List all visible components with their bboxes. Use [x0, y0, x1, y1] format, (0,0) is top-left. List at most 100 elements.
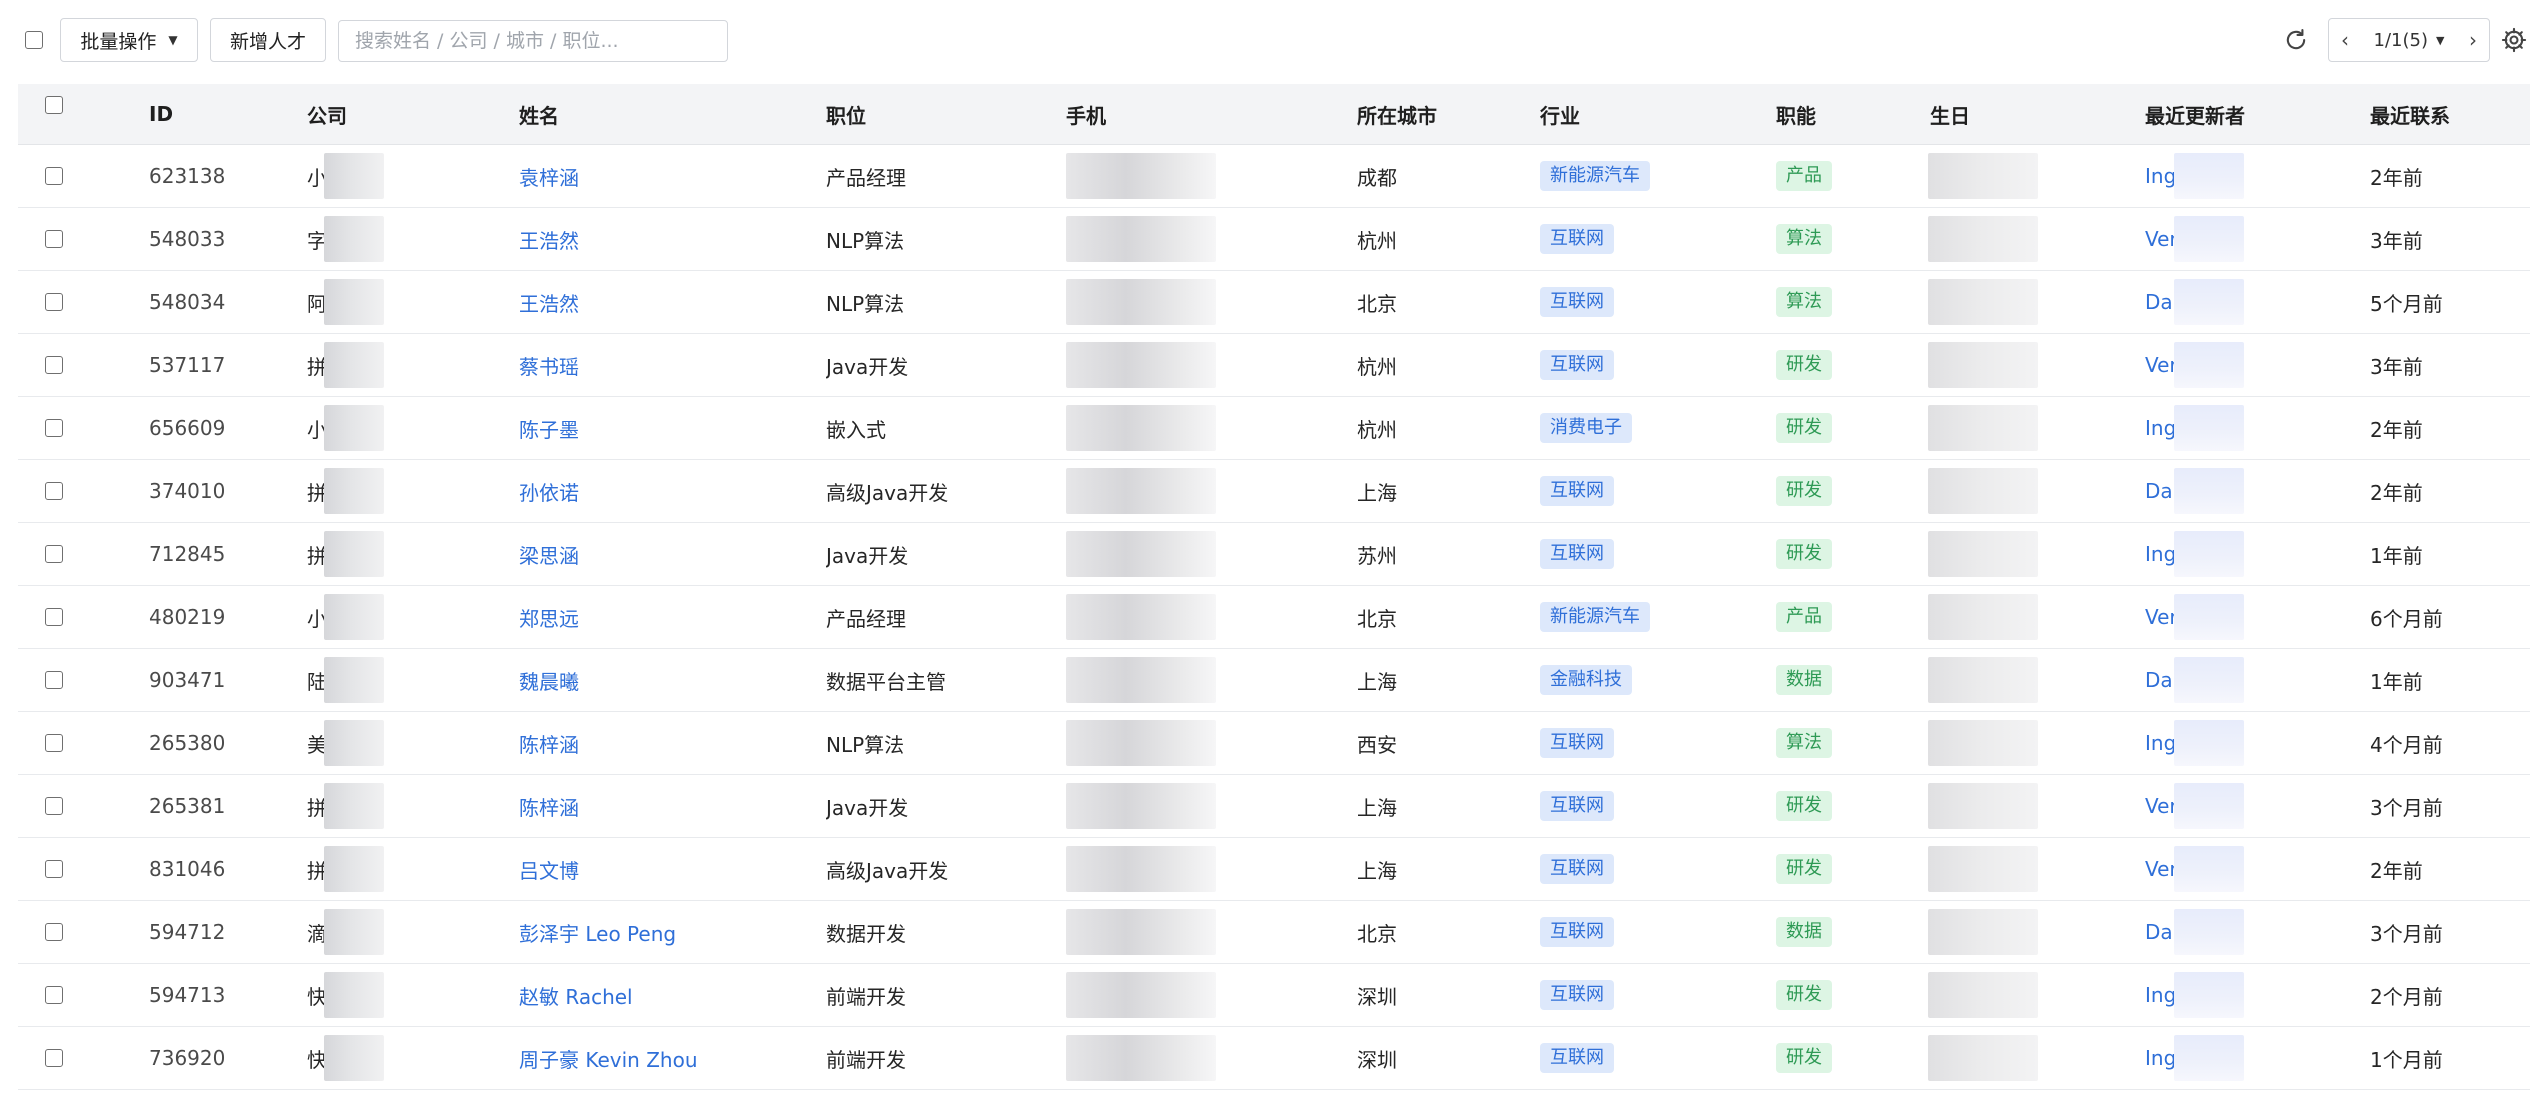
row-checkbox[interactable] [45, 1049, 63, 1067]
row-checkbox[interactable] [45, 986, 63, 1004]
position-title: 前端开发 [826, 984, 906, 1009]
function-cell: 研发 [1776, 397, 1832, 459]
table-row[interactable]: 537117 拼蔡书瑶 Java开发 杭州 互联网 研发 Ver 3年前 [18, 334, 2530, 397]
updater-link[interactable]: Ing [2145, 523, 2176, 585]
header-company[interactable]: 公司 [307, 84, 347, 144]
updater-link[interactable]: Ing [2145, 1027, 2176, 1089]
candidate-name-link[interactable]: 吕文博 [519, 838, 579, 900]
candidate-name-link[interactable]: 彭泽宇 Leo Peng [519, 901, 676, 963]
table-row[interactable]: 656609 小陈子墨 嵌入式 杭州 消费电子 研发 Ing 2年前 [18, 397, 2530, 460]
table-row[interactable]: 594712 滴彭泽宇 Leo Peng 数据开发 北京 互联网 数据 Dai 3个月前 [18, 901, 2530, 964]
refresh-icon[interactable] [2282, 26, 2310, 54]
updater-link[interactable]: Ing [2145, 964, 2176, 1026]
industry-cell: 互联网 [1540, 523, 1614, 585]
row-checkbox[interactable] [45, 356, 63, 374]
chevron-right-icon[interactable]: › [2469, 28, 2477, 52]
updater-link[interactable]: Ver [2145, 334, 2178, 396]
batch-actions-button[interactable]: 批量操作 ▼ [60, 18, 198, 62]
candidate-name-link[interactable]: 孙依诺 [519, 460, 579, 522]
redacted-company [324, 468, 384, 514]
table-row[interactable]: 548033 字王浩然 NLP算法 杭州 互联网 算法 Ver 3年前 [18, 208, 2530, 271]
header-name[interactable]: 姓名 [519, 84, 559, 144]
table-row[interactable]: 265380 美陈梓涵 NLP算法 西安 互联网 算法 Ing 4个月前 [18, 712, 2530, 775]
candidate-name-link[interactable]: 蔡书瑶 [519, 334, 579, 396]
table-row[interactable]: 480219 小郑思远 产品经理 北京 新能源汽车 产品 Ver 6个月前 [18, 586, 2530, 649]
redacted-phone [1066, 972, 1216, 1018]
chevron-left-icon[interactable]: ‹ [2341, 28, 2349, 52]
updater-link[interactable]: Ver [2145, 586, 2178, 648]
position-title: NLP算法 [826, 291, 905, 316]
header-city[interactable]: 所在城市 [1357, 84, 1437, 144]
candidate-name-link[interactable]: 陈梓涵 [519, 775, 579, 837]
candidate-name-link[interactable]: 陈子墨 [519, 397, 579, 459]
redacted-company [324, 720, 384, 766]
table-row[interactable]: 374010 拼孙依诺 高级Java开发 上海 互联网 研发 Dai 2年前 [18, 460, 2530, 523]
updater-link[interactable]: Ing [2145, 397, 2176, 459]
row-checkbox[interactable] [45, 923, 63, 941]
add-talent-button[interactable]: 新增人才 [210, 18, 326, 62]
function-cell: 算法 [1776, 271, 1832, 333]
updater-link[interactable]: Ver [2145, 775, 2178, 837]
row-checkbox[interactable] [45, 797, 63, 815]
candidate-id: 480219 [149, 605, 226, 629]
select-all-checkbox-top[interactable] [25, 31, 43, 49]
table-row[interactable]: 736920 快周子豪 Kevin Zhou 前端开发 深圳 互联网 研发 Ing 1个月前 [18, 1027, 2530, 1090]
last-contact: 2年前 [2370, 480, 2423, 505]
updater-link[interactable]: Ver [2145, 838, 2178, 900]
row-checkbox[interactable] [45, 293, 63, 311]
row-checkbox[interactable] [45, 167, 63, 185]
search-input[interactable] [338, 20, 728, 62]
table-row[interactable]: 265381 拼陈梓涵 Java开发 上海 互联网 研发 Ver 3个月前 [18, 775, 2530, 838]
header-phone[interactable]: 手机 [1066, 84, 1106, 144]
header-industry[interactable]: 行业 [1540, 84, 1580, 144]
candidate-name-link[interactable]: 魏晨曦 [519, 649, 579, 711]
row-checkbox[interactable] [45, 545, 63, 563]
header-updater[interactable]: 最近更新者 [2145, 84, 2245, 144]
row-checkbox[interactable] [45, 671, 63, 689]
row-checkbox[interactable] [45, 419, 63, 437]
row-checkbox[interactable] [45, 608, 63, 626]
candidate-name-link[interactable]: 周子豪 Kevin Zhou [519, 1027, 698, 1089]
table-row[interactable]: 831046 拼吕文博 高级Java开发 上海 互联网 研发 Ver 2年前 [18, 838, 2530, 901]
add-talent-label: 新增人才 [229, 30, 306, 53]
row-checkbox[interactable] [45, 230, 63, 248]
updater-link[interactable]: Ing [2145, 712, 2176, 774]
industry-tag: 金融科技 [1540, 665, 1632, 695]
function-tag: 算法 [1776, 728, 1832, 758]
candidate-name-link[interactable]: 陈梓涵 [519, 712, 579, 774]
row-checkbox[interactable] [45, 860, 63, 878]
updater-link[interactable]: Ver [2145, 208, 2178, 270]
table-row[interactable]: 548034 阿王浩然 NLP算法 北京 互联网 算法 Dai 5个月前 [18, 271, 2530, 334]
table-row[interactable]: 712845 拼梁思涵 Java开发 苏州 互联网 研发 Ing 1年前 [18, 523, 2530, 586]
candidate-name-link[interactable]: 王浩然 [519, 271, 579, 333]
candidate-name-link[interactable]: 王浩然 [519, 208, 579, 270]
candidate-name-link[interactable]: 梁思涵 [519, 523, 579, 585]
gear-icon[interactable] [2500, 26, 2528, 54]
row-checkbox[interactable] [45, 482, 63, 500]
table-row[interactable]: 623138 小袁梓涵 产品经理 成都 新能源汽车 产品 Ing 2年前 [18, 145, 2530, 208]
last-contact: 2年前 [2370, 858, 2423, 883]
candidate-name-link[interactable]: 郑思远 [519, 586, 579, 648]
header-id[interactable]: ID [149, 84, 173, 144]
updater-link[interactable]: Ing [2145, 145, 2176, 207]
function-tag: 算法 [1776, 224, 1832, 254]
select-all-checkbox[interactable] [45, 96, 63, 114]
redacted-phone [1066, 468, 1216, 514]
header-last-contact[interactable]: 最近联系 [2370, 84, 2450, 144]
function-cell: 研发 [1776, 334, 1832, 396]
row-checkbox[interactable] [45, 734, 63, 752]
city: 西安 [1357, 732, 1397, 757]
redacted-phone [1066, 846, 1216, 892]
function-tag: 研发 [1776, 350, 1832, 380]
candidate-name-link[interactable]: 袁梓涵 [519, 145, 579, 207]
industry-cell: 互联网 [1540, 775, 1614, 837]
page-select[interactable]: 1/1(5) ▼ [2374, 30, 2445, 51]
table-row[interactable]: 594713 快赵敏 Rachel 前端开发 深圳 互联网 研发 Ing 2个月前 [18, 964, 2530, 1027]
header-position[interactable]: 职位 [826, 84, 866, 144]
header-function[interactable]: 职能 [1776, 84, 1816, 144]
redacted-company [324, 972, 384, 1018]
header-birthday[interactable]: 生日 [1930, 84, 1970, 144]
candidate-name-link[interactable]: 赵敏 Rachel [519, 964, 633, 1026]
table-row[interactable]: 903471 陆魏晨曦 数据平台主管 上海 金融科技 数据 Dai 1年前 [18, 649, 2530, 712]
redacted-phone [1066, 342, 1216, 388]
